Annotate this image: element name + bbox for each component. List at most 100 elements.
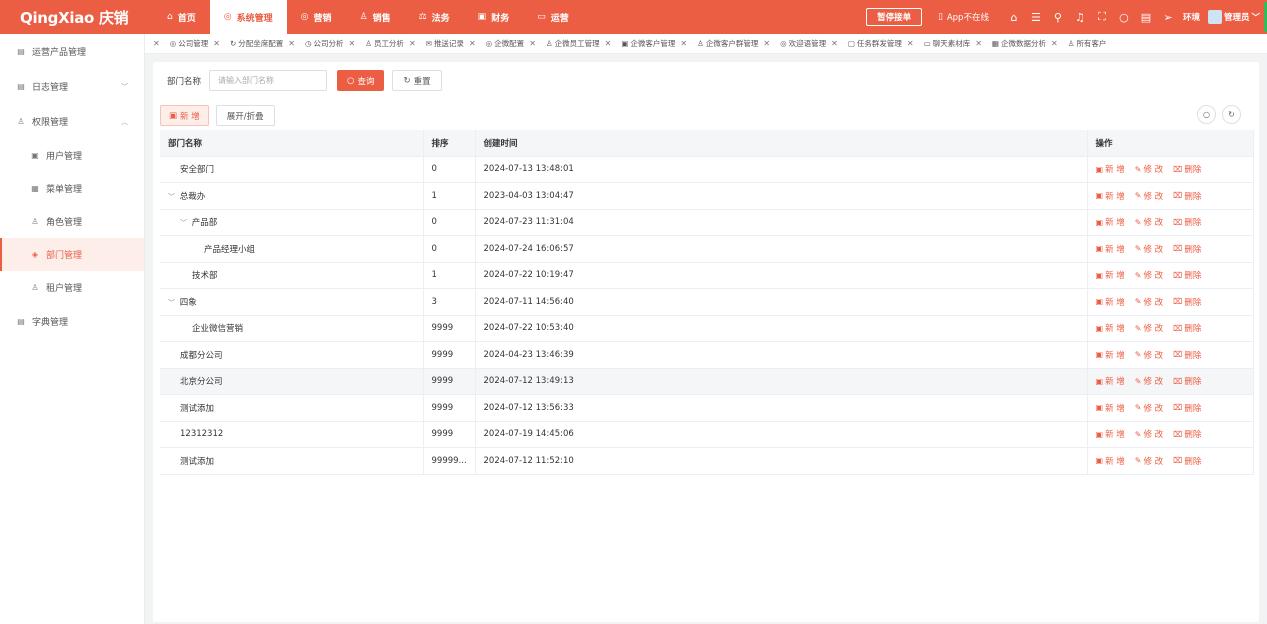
row-edit-button[interactable]: ✎ 修 改 (1135, 428, 1163, 441)
row-delete-button[interactable]: ⌧ 删除 (1173, 428, 1201, 441)
row-delete-button[interactable]: ⌧ 删除 (1173, 322, 1201, 335)
table-row[interactable]: ﹀ 产品部 0 2024-07-23 11:31:04 ▣ 新 增 ✎ 修 改 ⌧ 删除 (160, 209, 1254, 236)
table-row[interactable]: 北京分公司 9999 2024-07-12 13:49:13 ▣ 新 增 ✎ 修 改 ⌧ 删除 (160, 368, 1254, 395)
row-add-button[interactable]: ▣ 新 增 (1096, 322, 1125, 335)
table-row[interactable]: 安全部门 0 2024-07-13 13:48:01 ▣ 新 增 ✎ 修 改 ⌧ 删除 (160, 156, 1254, 183)
table-row[interactable]: 产品经理小组 0 2024-07-24 16:06:57 ▣ 新 增 ✎ 修 改 ⌧ 删除 (160, 235, 1254, 263)
row-edit-button[interactable]: ✎ 修 改 (1135, 296, 1163, 308)
row-add-button[interactable]: ▣ 新 增 (1096, 402, 1125, 414)
shirt-icon[interactable]: ⚲ (1047, 11, 1069, 24)
tab-3[interactable]: ♙ 员工分析 ✕ (360, 34, 420, 53)
row-edit-button[interactable]: ✎ 修 改 (1135, 349, 1163, 361)
sidebar-item-0[interactable]: ▤ 运营产品管理 (0, 34, 144, 69)
close-icon[interactable]: ✕ (763, 39, 770, 48)
close-icon[interactable]: ✕ (907, 39, 914, 48)
table-row[interactable]: 测试添加 9999 2024-07-12 13:56:33 ▣ 新 增 ✎ 修 改 ⌧ 删除 (160, 394, 1254, 422)
add-dept-button[interactable]: ▣ 新 增 (160, 105, 209, 126)
table-row[interactable]: ﹀ 总裁办 1 2023-04-03 13:04:47 ▣ 新 增 ✎ 修 改 ⌧ 删除 (160, 182, 1254, 210)
close-icon[interactable]: ✕ (831, 39, 838, 48)
fullscreen-icon[interactable]: ⛶ (1091, 10, 1113, 24)
tab-13[interactable]: ♙ 所有客户 (1063, 34, 1112, 53)
bell-icon[interactable]: ♫ (1069, 11, 1091, 24)
app-logo[interactable]: QingXiao 庆销 (0, 0, 145, 34)
tab-8[interactable]: ♙ 企微客户群管理 ✕ (692, 34, 775, 53)
topnav-item-5[interactable]: ▣ 财务 (464, 0, 524, 34)
row-edit-button[interactable]: ✎ 修 改 (1135, 269, 1163, 282)
tab-9[interactable]: ◎ 欢迎语管理 ✕ (775, 34, 843, 53)
row-delete-button[interactable]: ⌧ 删除 (1173, 402, 1201, 414)
search-icon[interactable]: ○ (1113, 11, 1135, 24)
row-add-button[interactable]: ▣ 新 增 (1096, 296, 1125, 308)
sidebar-item-2[interactable]: ♙ 权限管理 ︿ (0, 104, 144, 139)
row-add-button[interactable]: ▣ 新 增 (1096, 375, 1125, 388)
table-row[interactable]: 企业微信营销 9999 2024-07-22 10:53:40 ▣ 新 增 ✎ 修 改 ⌧ 删除 (160, 315, 1254, 342)
row-edit-button[interactable]: ✎ 修 改 (1135, 163, 1163, 176)
pause-orders-button[interactable]: 暂停接单 (866, 8, 923, 26)
tab-5[interactable]: ◎ 企微配置 ✕ (481, 34, 541, 53)
topnav-item-3[interactable]: ♙ 销售 (345, 0, 404, 34)
tab-10[interactable]: ▢ 任务群发管理 ✕ (843, 34, 919, 53)
query-button[interactable]: ○ 查询 (337, 70, 385, 91)
avatar[interactable] (1207, 10, 1222, 24)
close-icon[interactable]: ✕ (1051, 39, 1058, 48)
sidebar-item-5[interactable]: ♙ 角色管理 (0, 205, 144, 238)
topnav-item-1[interactable]: ◎ 系统管理 (209, 0, 287, 34)
table-row[interactable]: 12312312 9999 2024-07-19 14:45:06 ▣ 新 增 ✎ 修 改 ⌧… (160, 421, 1254, 448)
expand-collapse-button[interactable]: 展开/折叠 (215, 105, 275, 126)
close-icon[interactable]: ✕ (349, 39, 356, 48)
tab-close-prev[interactable]: ✕ (145, 34, 165, 53)
row-add-button[interactable]: ▣ 新 增 (1096, 428, 1125, 441)
topnav-item-6[interactable]: ▭ 运营 (523, 0, 583, 34)
close-icon[interactable]: ✕ (153, 39, 160, 48)
sidebar-item-4[interactable]: ▦ 菜单管理 (0, 172, 144, 205)
refresh-icon[interactable]: ↻ (1222, 105, 1241, 124)
table-row[interactable]: 测试添加 99999... 2024-07-12 11:52:10 ▣ 新 增 ✎ 修 改 ⌧… (160, 447, 1254, 475)
row-add-button[interactable]: ▣ 新 增 (1096, 269, 1125, 282)
topnav-item-0[interactable]: ⌂ 首页 (153, 0, 210, 34)
row-delete-button[interactable]: ⌧ 删除 (1173, 349, 1201, 361)
toggle-search-icon[interactable]: ○ (1197, 105, 1216, 124)
close-icon[interactable]: ✕ (680, 39, 687, 48)
expand-caret-icon[interactable]: ﹀ (168, 298, 177, 308)
close-icon[interactable]: ✕ (213, 39, 220, 48)
row-add-button[interactable]: ▣ 新 增 (1096, 216, 1125, 229)
tab-1[interactable]: ↻ 分配坐席配置 ✕ (225, 34, 300, 53)
app-status[interactable]: ▯ App不在线 (938, 11, 989, 23)
row-edit-button[interactable]: ✎ 修 改 (1135, 375, 1163, 388)
env-label[interactable]: 环境 (1183, 11, 1200, 23)
layout-icon[interactable]: ▤ (1135, 11, 1157, 24)
row-edit-button[interactable]: ✎ 修 改 (1135, 190, 1163, 202)
row-delete-button[interactable]: ⌧ 删除 (1173, 269, 1201, 282)
tab-6[interactable]: ♙ 企微员工管理 ✕ (541, 34, 616, 53)
tab-4[interactable]: ✉ 推送记录 ✕ (421, 34, 481, 53)
row-delete-button[interactable]: ⌧ 删除 (1173, 243, 1201, 255)
reset-button[interactable]: ↻ 重置 (392, 70, 442, 91)
row-delete-button[interactable]: ⌧ 删除 (1173, 375, 1201, 388)
close-icon[interactable]: ✕ (975, 39, 982, 48)
row-edit-button[interactable]: ✎ 修 改 (1135, 216, 1163, 229)
row-edit-button[interactable]: ✎ 修 改 (1135, 243, 1163, 255)
close-icon[interactable]: ✕ (288, 39, 295, 48)
sidebar-item-6[interactable]: ◈ 部门管理 (0, 238, 144, 271)
sidebar-item-8[interactable]: ▤ 字典管理 (0, 304, 144, 339)
topnav-item-4[interactable]: ⚖ 法务 (405, 0, 464, 34)
row-delete-button[interactable]: ⌧ 删除 (1173, 296, 1201, 308)
row-add-button[interactable]: ▣ 新 增 (1096, 190, 1125, 202)
tab-2[interactable]: ◷ 公司分析 ✕ (300, 34, 360, 53)
row-delete-button[interactable]: ⌧ 删除 (1173, 190, 1201, 202)
row-edit-button[interactable]: ✎ 修 改 (1135, 322, 1163, 335)
table-row[interactable]: ﹀ 四象 3 2024-07-11 14:56:40 ▣ 新 增 ✎ 修 改 ⌧ 删除 (160, 288, 1254, 316)
lock-icon[interactable]: ⌂ (1003, 11, 1025, 24)
close-icon[interactable]: ✕ (529, 39, 536, 48)
sidebar-item-3[interactable]: ▣ 用户管理 (0, 139, 144, 172)
row-add-button[interactable]: ▣ 新 增 (1096, 163, 1125, 176)
row-delete-button[interactable]: ⌧ 删除 (1173, 216, 1201, 229)
table-row[interactable]: 成都分公司 9999 2024-04-23 13:46:39 ▣ 新 增 ✎ 修 改 ⌧ 删除 (160, 341, 1254, 369)
tab-0[interactable]: ◎ 公司管理 ✕ (165, 34, 225, 53)
tab-11[interactable]: ▭ 聊天素材库 ✕ (919, 34, 987, 53)
row-add-button[interactable]: ▣ 新 增 (1096, 455, 1125, 467)
sidebar-item-1[interactable]: ▤ 日志管理 ﹀ (0, 69, 144, 104)
row-edit-button[interactable]: ✎ 修 改 (1135, 455, 1163, 467)
expand-caret-icon[interactable]: ﹀ (168, 192, 177, 202)
close-icon[interactable]: ✕ (409, 39, 416, 48)
